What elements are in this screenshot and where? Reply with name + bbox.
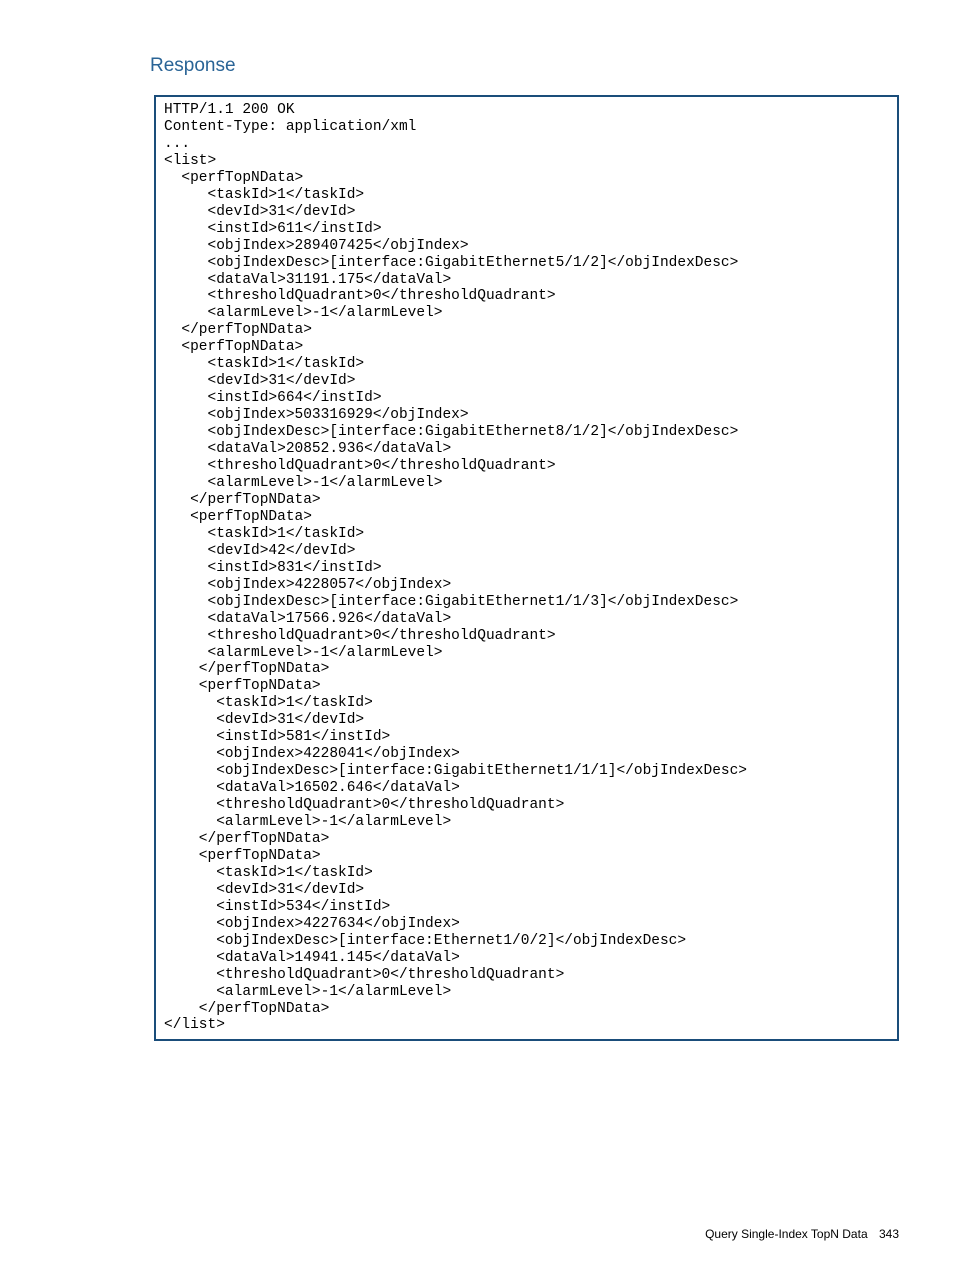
footer-text: Query Single-Index TopN Data <box>705 1227 868 1241</box>
page-number: 343 <box>879 1227 899 1241</box>
page-footer: Query Single-Index TopN Data 343 <box>705 1227 899 1241</box>
section-title: Response <box>150 55 899 77</box>
code-block: HTTP/1.1 200 OK Content-Type: applicatio… <box>154 95 899 1041</box>
